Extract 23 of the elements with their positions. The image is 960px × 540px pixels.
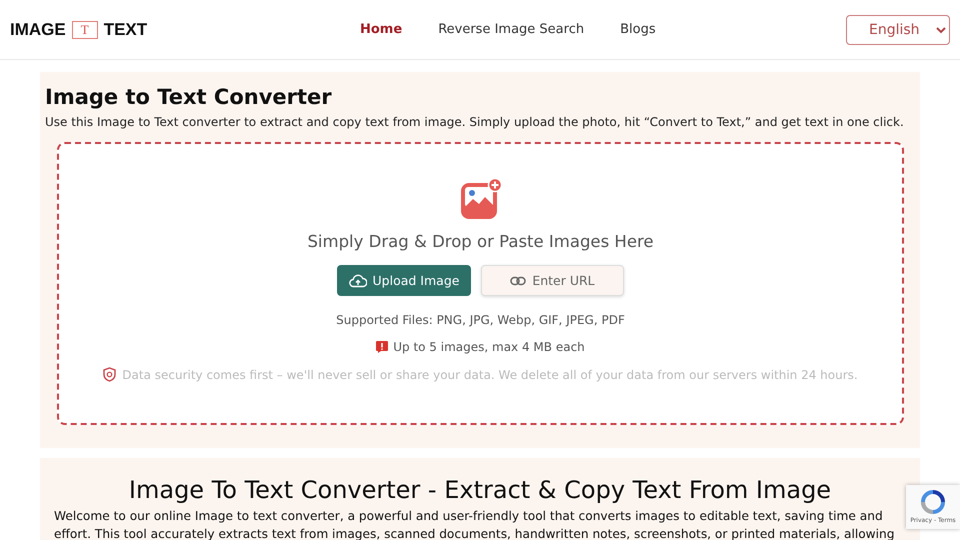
nav-link[interactable]: Home <box>360 22 402 37</box>
nav-link[interactable]: Blogs <box>620 22 656 37</box>
page-title: Image to Text Converter <box>45 84 333 111</box>
shield-icon <box>103 367 116 382</box>
logo-icon: T <box>72 20 98 38</box>
cloud-upload-icon <box>348 274 367 288</box>
logo-text: IMAGE <box>10 20 66 40</box>
drop-zone[interactable] <box>57 142 904 425</box>
drop-hint-text: Simply Drag & Drop or Paste Images Here <box>307 232 654 251</box>
alert-icon <box>376 341 388 353</box>
limit-text: Up to 5 images, max 4 MB each <box>393 340 585 354</box>
add-image-icon <box>460 178 502 220</box>
section-heading: Image To Text Converter - Extract & Copy Text From Image <box>128 475 832 506</box>
language-select[interactable]: English <box>846 14 950 44</box>
enter-url-button[interactable]: Enter URL <box>481 265 624 296</box>
description-text: Use this Image to Text converter to extract and copy text from image. Simply upload the photo, hit “Convert to Text,” and get text in one click. <box>45 114 904 130</box>
security-note: Data security comes first – we'll never sell or share your data. We delete all of your data from our servers within 24 hours. <box>122 368 858 382</box>
upload-button[interactable]: Upload Image <box>337 265 471 296</box>
nav-link[interactable]: Reverse Image Search <box>438 22 584 37</box>
logo-text: TEXT <box>104 20 148 40</box>
supported-files-text: Supported Files: PNG, JPG, Webp, GIF, JPEG, PDF <box>336 313 625 327</box>
link-icon <box>510 276 526 286</box>
recaptcha-icon <box>920 489 946 515</box>
